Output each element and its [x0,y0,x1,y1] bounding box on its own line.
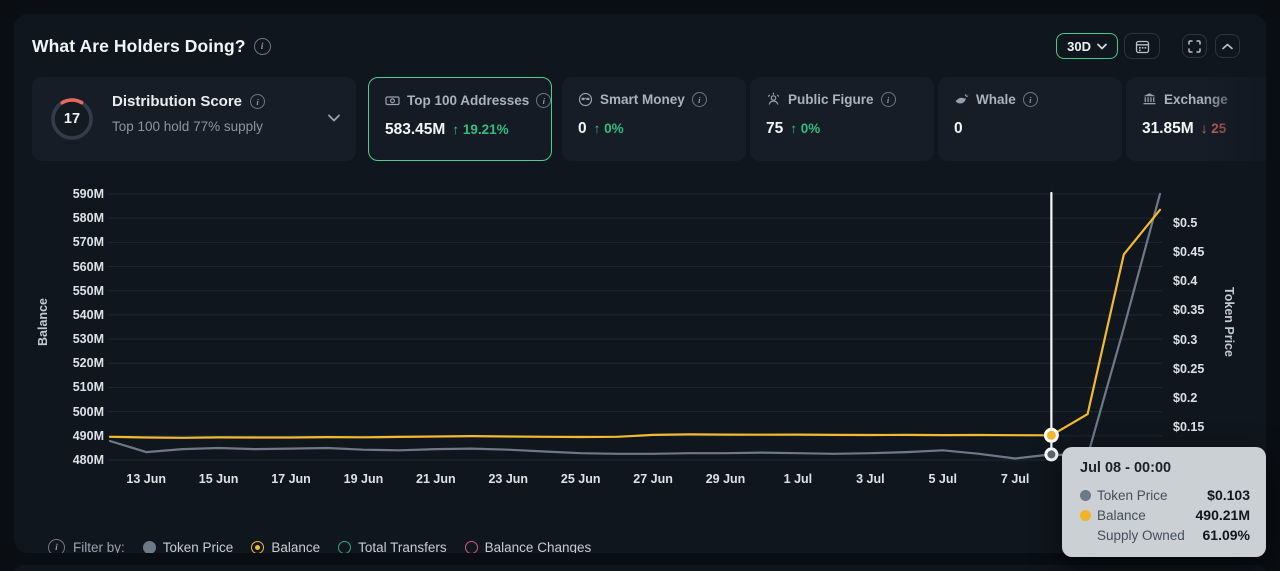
holders-dashboard: What Are Holders Doing? i 30D [0,0,1280,571]
smart-money-icon [578,92,593,107]
legend-token-price[interactable]: Token Price [143,540,234,553]
distribution-subtitle: Top 100 hold 77% supply [112,119,263,134]
top100-info-icon[interactable]: i [536,93,551,108]
stat-card-smart-money[interactable]: Smart Money i 0 ↑ 0% [562,77,746,161]
money-icon [385,93,400,108]
filter-row: i Filter by: Token Price Balance Total T… [48,539,591,553]
card-fade-overlay [1204,77,1266,161]
stat-label: Whale [976,92,1016,107]
calendar-icon [1135,39,1150,54]
stat-change: ↑ 0% [790,121,820,136]
stat-value: 0 [578,120,587,138]
stat-label: Public Figure [788,92,874,107]
stat-change: ↑ 19.21% [452,122,508,137]
bank-icon [1142,92,1157,107]
stat-card-top100[interactable]: Top 100 Addresses i 583.45M ↑ 19.21% [368,77,552,161]
title-info-icon[interactable]: i [254,38,271,55]
legend-balance-changes[interactable]: Balance Changes [465,540,592,553]
distribution-score-card[interactable]: 17 Distribution Score i Top 100 hold 77%… [32,77,356,161]
legend-balance[interactable]: Balance [251,540,320,553]
chart-tooltip: Jul 08 - 00:00 Token Price $0.103 Balanc… [1062,447,1266,557]
panel-header: What Are Holders Doing? i 30D [14,14,1266,76]
stat-change: ↑ 0% [594,121,624,136]
stat-value: 31.85M [1142,120,1194,138]
stat-label: Top 100 Addresses [407,93,529,108]
chevron-down-icon [1097,43,1107,50]
stat-change: ↓ 25 [1201,121,1227,136]
timerange-value: 30D [1067,39,1091,54]
timerange-dropdown[interactable]: 30D [1056,33,1118,59]
stat-card-public-figure[interactable]: Public Figure i 75 ↑ 0% [750,77,934,161]
calendar-button[interactable] [1124,33,1160,59]
collapse-button[interactable] [1215,34,1240,58]
stat-value: 75 [766,120,783,138]
token-price-dot-icon [143,541,156,553]
distribution-info-icon[interactable]: i [250,94,265,109]
tooltip-title: Jul 08 - 00:00 [1080,460,1250,476]
page-title: What Are Holders Doing? [32,36,246,57]
fullscreen-icon [1188,40,1201,53]
balance-radio-icon [251,541,264,553]
distribution-chevron-icon[interactable] [328,109,340,127]
smart-money-info-icon[interactable]: i [692,92,707,107]
total-transfers-radio-icon [338,541,351,553]
distribution-score-label: Distribution Score [112,93,242,110]
legend-total-transfers[interactable]: Total Transfers [338,540,447,553]
distribution-gauge: 17 [48,95,96,143]
public-figure-info-icon[interactable]: i [881,92,896,107]
stat-label: Exchange [1164,92,1228,107]
filter-label: Filter by: [73,540,125,553]
stat-value: 0 [954,120,963,138]
filter-info-icon[interactable]: i [48,539,65,553]
whale-info-icon[interactable]: i [1023,92,1038,107]
stat-card-exchange[interactable]: Exchange 31.85M ↓ 25 [1126,77,1266,161]
next-panel-edge [14,565,1266,571]
distribution-score-value: 17 [48,95,96,143]
tooltip-balance-dot [1080,510,1091,521]
public-figure-icon [766,92,781,107]
chevron-up-icon [1222,43,1233,50]
stat-value: 583.45M [385,121,445,139]
balance-changes-radio-icon [465,541,478,553]
stat-card-whale[interactable]: Whale i 0 [938,77,1122,161]
tooltip-token-price-dot [1080,490,1091,501]
stat-label: Smart Money [600,92,685,107]
fullscreen-button[interactable] [1182,34,1207,58]
whale-icon [954,92,969,107]
